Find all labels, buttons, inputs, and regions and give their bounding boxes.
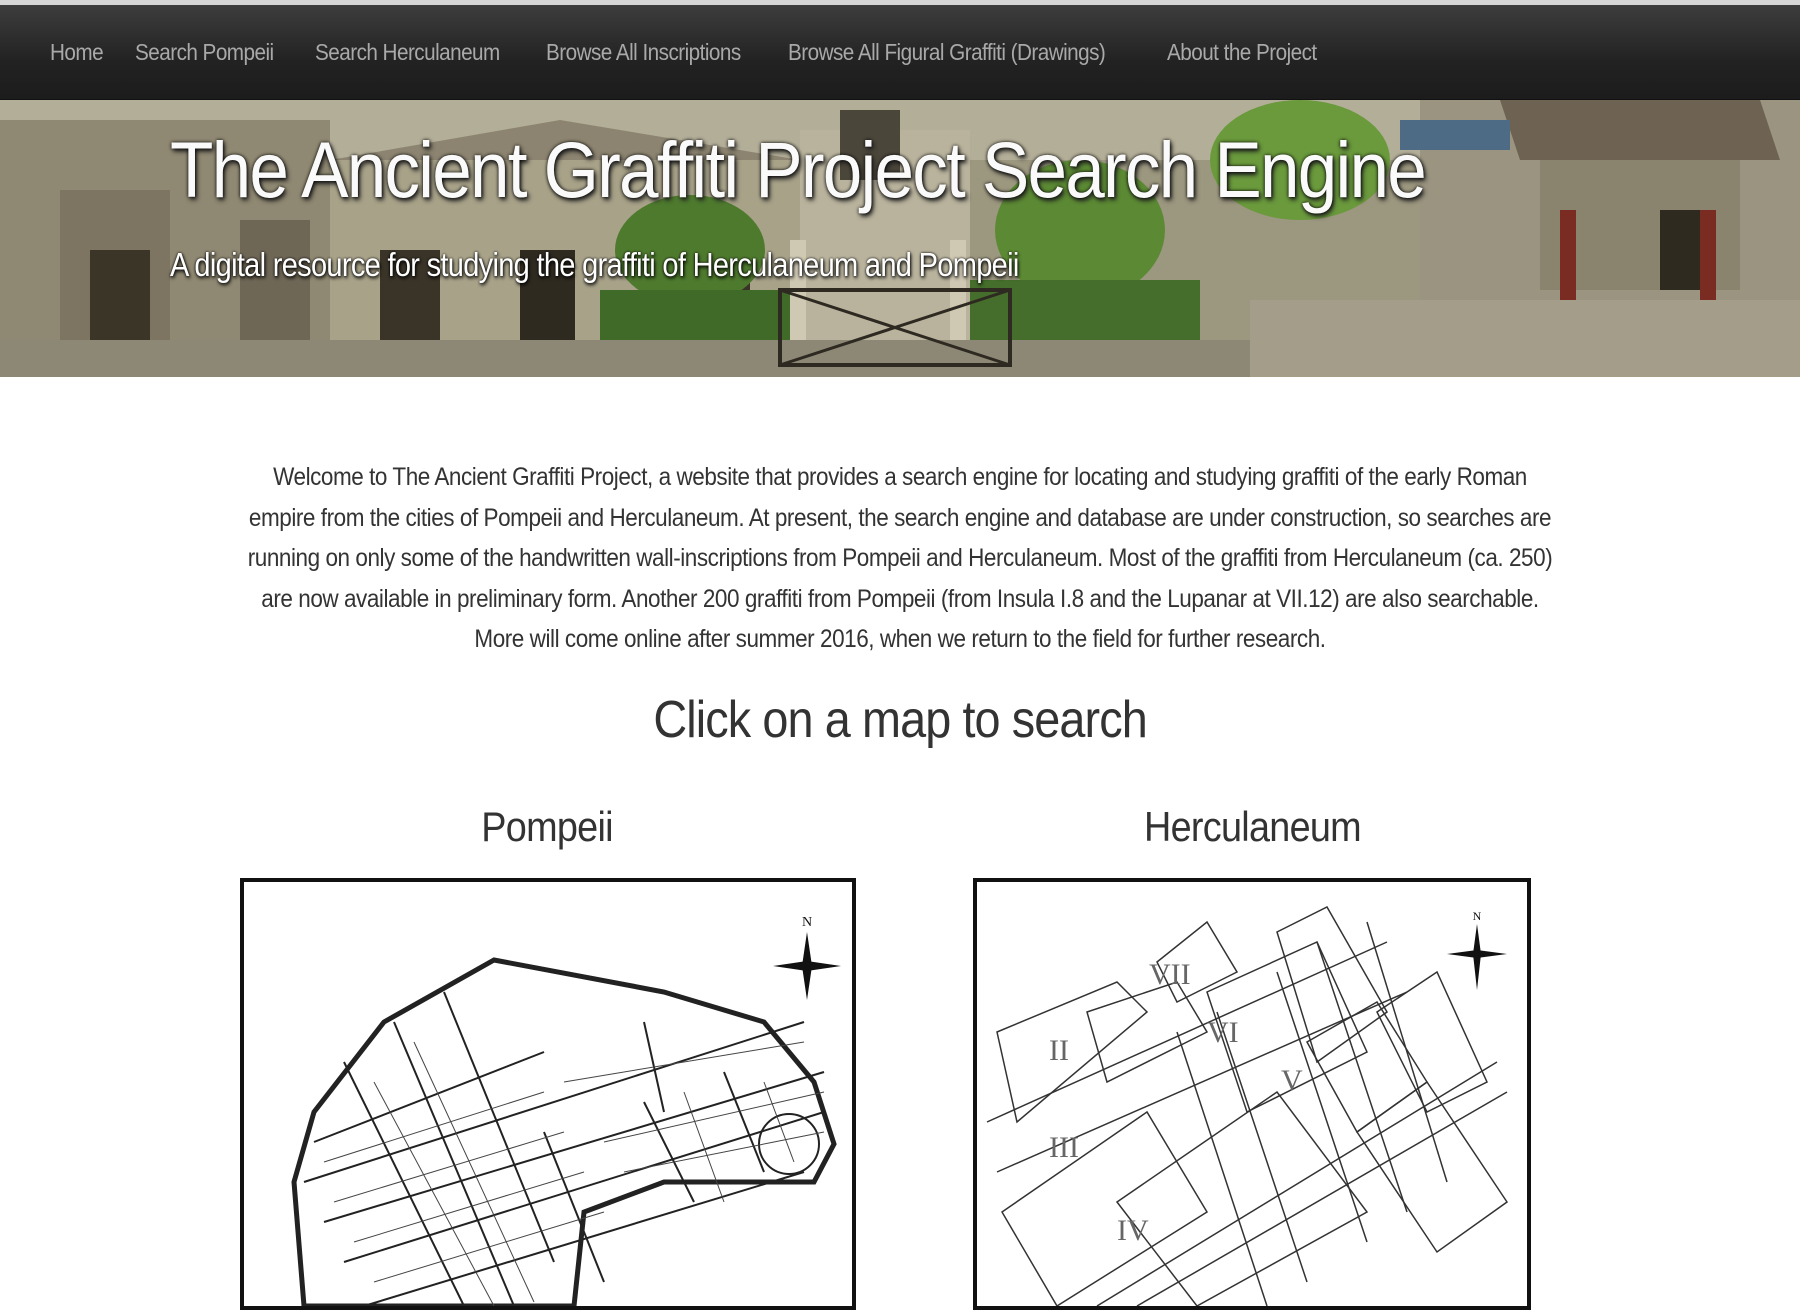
maps-heading-text: Click on a map to search [653,691,1147,749]
insula-label: VI [1207,1016,1239,1049]
banner-title: The Ancient Graffiti Project Search Engi… [170,125,1427,214]
herculaneum-map[interactable]: N VII II VI V III IV [973,878,1531,1310]
banner-subtitle: A digital resource for studying the graf… [170,246,1019,283]
insula-label: III [1049,1131,1079,1164]
nav-home-link[interactable]: Home [32,5,121,99]
insula-label: VII [1149,958,1191,991]
welcome-paragraph: Welcome to The Ancient Graffiti Project,… [170,457,1630,660]
herculaneum-map-drawing: N VII II VI V III IV [986,906,1509,1306]
north-arrow-icon [773,932,841,1000]
pompeii-north-label: N [802,915,812,930]
nav-search-pompeii-link[interactable]: Search Pompeii [117,5,292,99]
herculaneum-north-label: N [1473,909,1482,923]
maps-section-heading: Click on a map to search [0,690,1800,750]
insula-label: V [1281,1064,1303,1097]
herculaneum-map-title: Herculaneum [975,803,1530,851]
pompeii-map-title: Pompeii [240,803,855,851]
herculaneum-title-text: Herculaneum [1144,803,1362,850]
north-arrow-icon [1447,924,1507,990]
insula-label: IV [1117,1214,1149,1247]
welcome-text: Welcome to The Ancient Graffiti Project,… [247,463,1553,653]
hero-banner: The Ancient Graffiti Project Search Engi… [0,100,1800,377]
nav-browse-inscriptions-link[interactable]: Browse All Inscriptions [528,5,759,99]
top-navbar: Home Search Pompeii Search Herculaneum B… [0,5,1800,100]
insula-label: II [1049,1034,1069,1067]
pompeii-title-text: Pompeii [481,803,614,850]
nav-about-project-link[interactable]: About the Project [1149,5,1335,99]
nav-browse-figural-graffiti-link[interactable]: Browse All Figural Graffiti (Drawings) [770,5,1123,99]
pompeii-map-drawing: N [291,915,841,1306]
pompeii-map[interactable]: N [240,878,856,1310]
nav-search-herculaneum-link[interactable]: Search Herculaneum [297,5,518,99]
